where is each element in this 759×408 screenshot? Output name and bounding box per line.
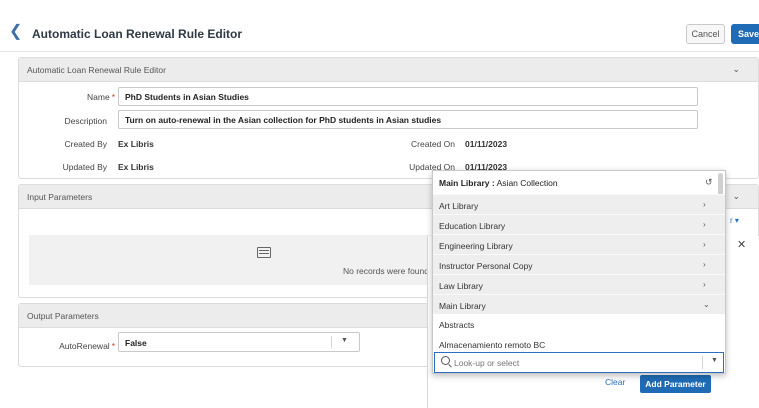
selected-library-label: Main Library :: [439, 178, 495, 188]
chevron-down-icon[interactable]: ⌄: [732, 64, 740, 75]
created-by-label: Created By: [64, 139, 107, 149]
name-label: Name *: [87, 92, 115, 102]
autorenewal-label: AutoRenewal *: [59, 341, 115, 351]
chevron-right-icon: ›: [703, 280, 706, 289]
page-title: Automatic Loan Renewal Rule Editor: [32, 27, 243, 41]
updated-by-label: Updated By: [62, 162, 107, 172]
section-title: Automatic Loan Renewal Rule Editor: [27, 65, 166, 75]
created-on-value: 01/11/2023: [465, 139, 508, 149]
select-divider: [702, 356, 703, 369]
lookup-input[interactable]: [454, 356, 694, 370]
save-button[interactable]: Save: [731, 24, 759, 44]
chevron-down-icon: ⌄: [703, 300, 710, 309]
dropdown-option[interactable]: Abstracts: [433, 314, 725, 334]
empty-state: No records were found: [29, 235, 449, 285]
history-icon[interactable]: ↺: [705, 177, 713, 188]
chevron-left-icon[interactable]: ❮: [9, 24, 22, 40]
created-by-value: Ex Libris: [118, 139, 154, 149]
empty-message: No records were found: [343, 266, 429, 276]
chevron-right-icon: ›: [703, 240, 706, 249]
description-label: Description: [64, 116, 107, 126]
dropdown-group-law-library[interactable]: Law Library ›: [433, 274, 725, 294]
autorenewal-select[interactable]: False ▼: [118, 332, 360, 352]
dropdown-group-education-library[interactable]: Education Library ›: [433, 214, 725, 234]
section-header[interactable]: Automatic Loan Renewal Rule Editor ⌄: [19, 58, 758, 82]
description-field[interactable]: Turn on auto-renewal in the Asian collec…: [118, 110, 698, 129]
add-parameter-button[interactable]: Add Parameter: [640, 375, 711, 393]
filter-caret-icon[interactable]: r ▾: [730, 216, 739, 225]
rule-editor-section: Automatic Loan Renewal Rule Editor ⌄ Nam…: [18, 57, 759, 179]
section-title: Input Parameters: [27, 192, 93, 202]
chevron-down-icon[interactable]: ⌄: [732, 191, 740, 202]
clear-button[interactable]: Clear: [605, 377, 625, 387]
chevron-right-icon: ›: [703, 260, 706, 269]
created-on-label: Created On: [411, 139, 455, 149]
section-title: Output Parameters: [27, 311, 99, 321]
autorenewal-value: False: [125, 338, 147, 348]
lookup-search-field[interactable]: ▼: [434, 352, 724, 373]
selected-value-header: Main Library : Asian Collection ↺: [433, 171, 725, 194]
cancel-button[interactable]: Cancel: [686, 24, 725, 44]
dropdown-option[interactable]: Almacenamiento remoto BC: [433, 334, 725, 354]
updated-by-value: Ex Libris: [118, 162, 154, 172]
dropdown-group-instructor-personal-copy[interactable]: Instructor Personal Copy ›: [433, 254, 725, 274]
name-field[interactable]: PhD Students in Asian Studies: [118, 87, 698, 106]
caret-down-icon: ▼: [341, 337, 348, 344]
location-dropdown: Main Library : Asian Collection ↺ Art Li…: [432, 170, 726, 374]
select-divider: [331, 336, 332, 348]
chevron-right-icon: ›: [703, 200, 706, 209]
selected-location-value: Asian Collection: [496, 178, 558, 188]
caret-down-icon[interactable]: ▼: [711, 357, 718, 364]
close-icon[interactable]: ✕: [737, 238, 746, 251]
list-icon: [257, 247, 271, 258]
page-header: ❮ Automatic Loan Renewal Rule Editor Can…: [0, 0, 759, 52]
dropdown-group-engineering-library[interactable]: Engineering Library ›: [433, 234, 725, 254]
dropdown-group-art-library[interactable]: Art Library ›: [433, 194, 725, 214]
dropdown-group-main-library[interactable]: Main Library ⌄: [433, 294, 725, 314]
chevron-right-icon: ›: [703, 220, 706, 229]
search-icon: [441, 356, 450, 365]
